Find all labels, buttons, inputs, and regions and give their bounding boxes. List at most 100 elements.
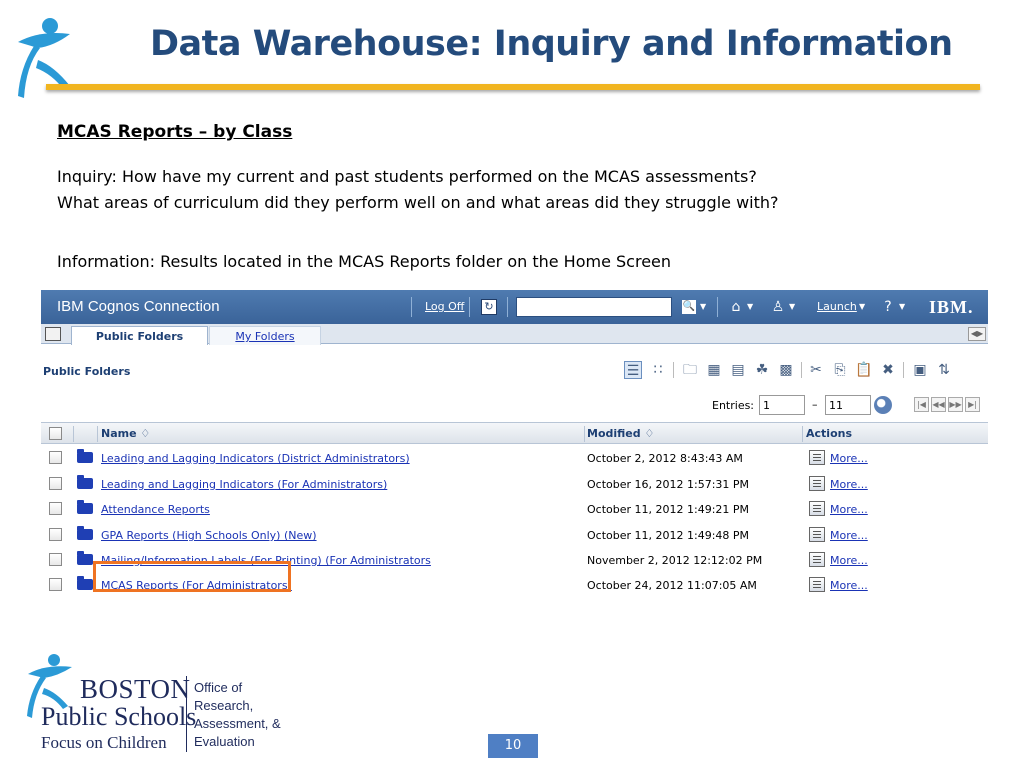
folder-link[interactable]: Leading and Lagging Indicators (For Admi… [101, 478, 387, 491]
new-page-icon[interactable]: ▩ [777, 361, 795, 379]
home-icon[interactable]: ⌂ [727, 298, 745, 316]
modified-date: October 11, 2012 1:49:48 PM [587, 529, 750, 542]
new-report-icon[interactable]: ▦ [705, 361, 723, 379]
select-all-checkbox[interactable] [49, 427, 62, 440]
chevron-down-icon[interactable]: ▼ [899, 302, 905, 311]
row-checkbox[interactable] [49, 477, 62, 490]
last-page-icon[interactable]: ▶| [965, 397, 980, 412]
row-checkbox[interactable] [49, 553, 62, 566]
more-actions-link[interactable]: More... [830, 452, 868, 465]
new-agent-icon[interactable]: ☘ [753, 361, 771, 379]
more-actions-link[interactable]: More... [830, 503, 868, 516]
first-page-icon[interactable]: |◀ [914, 397, 929, 412]
set-properties-icon[interactable] [809, 527, 825, 542]
table-header: Name ♢ Modified ♢ Actions [41, 422, 988, 444]
folder-link[interactable]: Leading and Lagging Indicators (District… [101, 452, 410, 465]
search-input[interactable] [516, 297, 672, 317]
more-actions-link[interactable]: More... [830, 529, 868, 542]
user-icon[interactable]: ♙ [769, 298, 787, 316]
delete-icon[interactable]: ✖ [879, 361, 897, 379]
brand-boston: BOSTON [80, 674, 191, 704]
section-heading: MCAS Reports – by Class [57, 122, 293, 142]
modified-date: October 16, 2012 1:57:31 PM [587, 478, 750, 491]
ibm-logo: IBM. [929, 297, 974, 317]
cut-icon[interactable]: ✂ [807, 361, 825, 379]
chevron-down-icon[interactable]: ▼ [789, 302, 795, 311]
entries-dash: – [812, 398, 818, 411]
table-row: Leading and Lagging Indicators (District… [41, 446, 988, 472]
app-title: IBM Cognos Connection [57, 298, 220, 315]
row-checkbox[interactable] [49, 528, 62, 541]
more-actions-link[interactable]: More... [830, 554, 868, 567]
set-properties-icon[interactable] [809, 552, 825, 567]
list-view-icon[interactable]: ∷ [649, 361, 667, 379]
chevron-down-icon[interactable]: ▼ [747, 302, 753, 311]
inquiry-line-1: Inquiry: How have my current and past st… [57, 167, 757, 186]
table-row: Attendance Reports October 11, 2012 1:49… [41, 497, 988, 523]
set-properties-icon[interactable] [809, 450, 825, 465]
column-header-name[interactable]: Name ♢ [101, 427, 150, 440]
entries-to-input[interactable]: 11 [825, 395, 871, 415]
logo-divider [186, 676, 187, 752]
panel-title: Public Folders [43, 365, 131, 378]
table-row: GPA Reports (High Schools Only) (New) Oc… [41, 523, 988, 549]
properties-icon[interactable]: ▣ [911, 361, 929, 379]
row-checkbox[interactable] [49, 578, 62, 591]
next-page-icon[interactable]: ▶▶ [948, 397, 963, 412]
chevron-down-icon[interactable]: ▼ [700, 302, 706, 311]
more-actions-link[interactable]: More... [830, 579, 868, 592]
folder-icon [77, 500, 93, 514]
title-divider [46, 84, 980, 90]
help-icon[interactable]: ? [879, 298, 897, 316]
folder-view-icon[interactable] [45, 327, 61, 341]
paste-icon[interactable]: 📋 [855, 361, 873, 379]
set-properties-icon[interactable] [809, 501, 825, 516]
toolbar-divider [717, 297, 718, 317]
new-folder-icon[interactable]: 🗀 [681, 361, 699, 379]
chevron-down-icon[interactable]: ▼ [859, 302, 865, 311]
log-off-link[interactable]: Log Off [425, 300, 464, 313]
search-options-icon[interactable]: 🔍 [682, 300, 696, 314]
mcas-highlight-box [93, 561, 291, 592]
set-properties-icon[interactable] [809, 476, 825, 491]
toolbar-divider [469, 297, 470, 317]
go-button[interactable] [874, 396, 892, 414]
modified-date: November 2, 2012 12:12:02 PM [587, 554, 763, 567]
copy-icon[interactable]: ⎘ [831, 361, 849, 379]
toolbar-divider [903, 362, 904, 378]
modified-date: October 2, 2012 8:43:43 AM [587, 452, 743, 465]
entries-from-input[interactable]: 1 [759, 395, 805, 415]
row-checkbox[interactable] [49, 451, 62, 464]
folder-tab-row: Public Folders My Folders ◀▶ [41, 324, 988, 345]
order-icon[interactable]: ⇅ [935, 361, 953, 379]
my-area-icon[interactable]: ↻ [481, 299, 497, 315]
brand-focus-on-children: Focus on Children [41, 733, 167, 752]
cognos-screenshot: IBM Cognos Connection Log Off ↻ 🔍 ▼ ⌂ ▼ … [41, 290, 988, 600]
page-number: 10 [488, 734, 538, 758]
entries-label: Entries: [712, 399, 755, 412]
tab-scroll-icon[interactable]: ◀▶ [968, 327, 986, 341]
row-checkbox[interactable] [49, 502, 62, 515]
tab-public-folders[interactable]: Public Folders [71, 326, 208, 345]
launch-menu[interactable]: Launch [817, 300, 857, 313]
modified-date: October 11, 2012 1:49:21 PM [587, 503, 750, 516]
brand-public-schools: Public Schools [41, 702, 197, 731]
folder-icon [77, 475, 93, 489]
new-job-icon[interactable]: ▤ [729, 361, 747, 379]
folder-link[interactable]: GPA Reports (High Schools Only) (New) [101, 529, 317, 542]
more-actions-link[interactable]: More... [830, 478, 868, 491]
tab-my-folders[interactable]: My Folders [209, 326, 321, 345]
folder-icon [77, 526, 93, 540]
column-header-modified[interactable]: Modified ♢ [587, 427, 654, 440]
office-line: Assessment, & [194, 716, 281, 731]
toolbar-divider [507, 297, 508, 317]
column-divider [802, 426, 803, 442]
folder-link[interactable]: Attendance Reports [101, 503, 210, 516]
details-view-icon[interactable]: ☰ [624, 361, 642, 379]
set-properties-icon[interactable] [809, 577, 825, 592]
office-line: Evaluation [194, 734, 255, 749]
previous-page-icon[interactable]: ◀◀ [931, 397, 946, 412]
cognos-top-bar: IBM Cognos Connection Log Off ↻ 🔍 ▼ ⌂ ▼ … [41, 290, 988, 324]
folder-icon [77, 551, 93, 565]
folder-header: Public Folders ☰ ∷ 🗀 ▦ ▤ ☘ ▩ ✂ ⎘ 📋 ✖ ▣ ⇅… [41, 345, 988, 415]
